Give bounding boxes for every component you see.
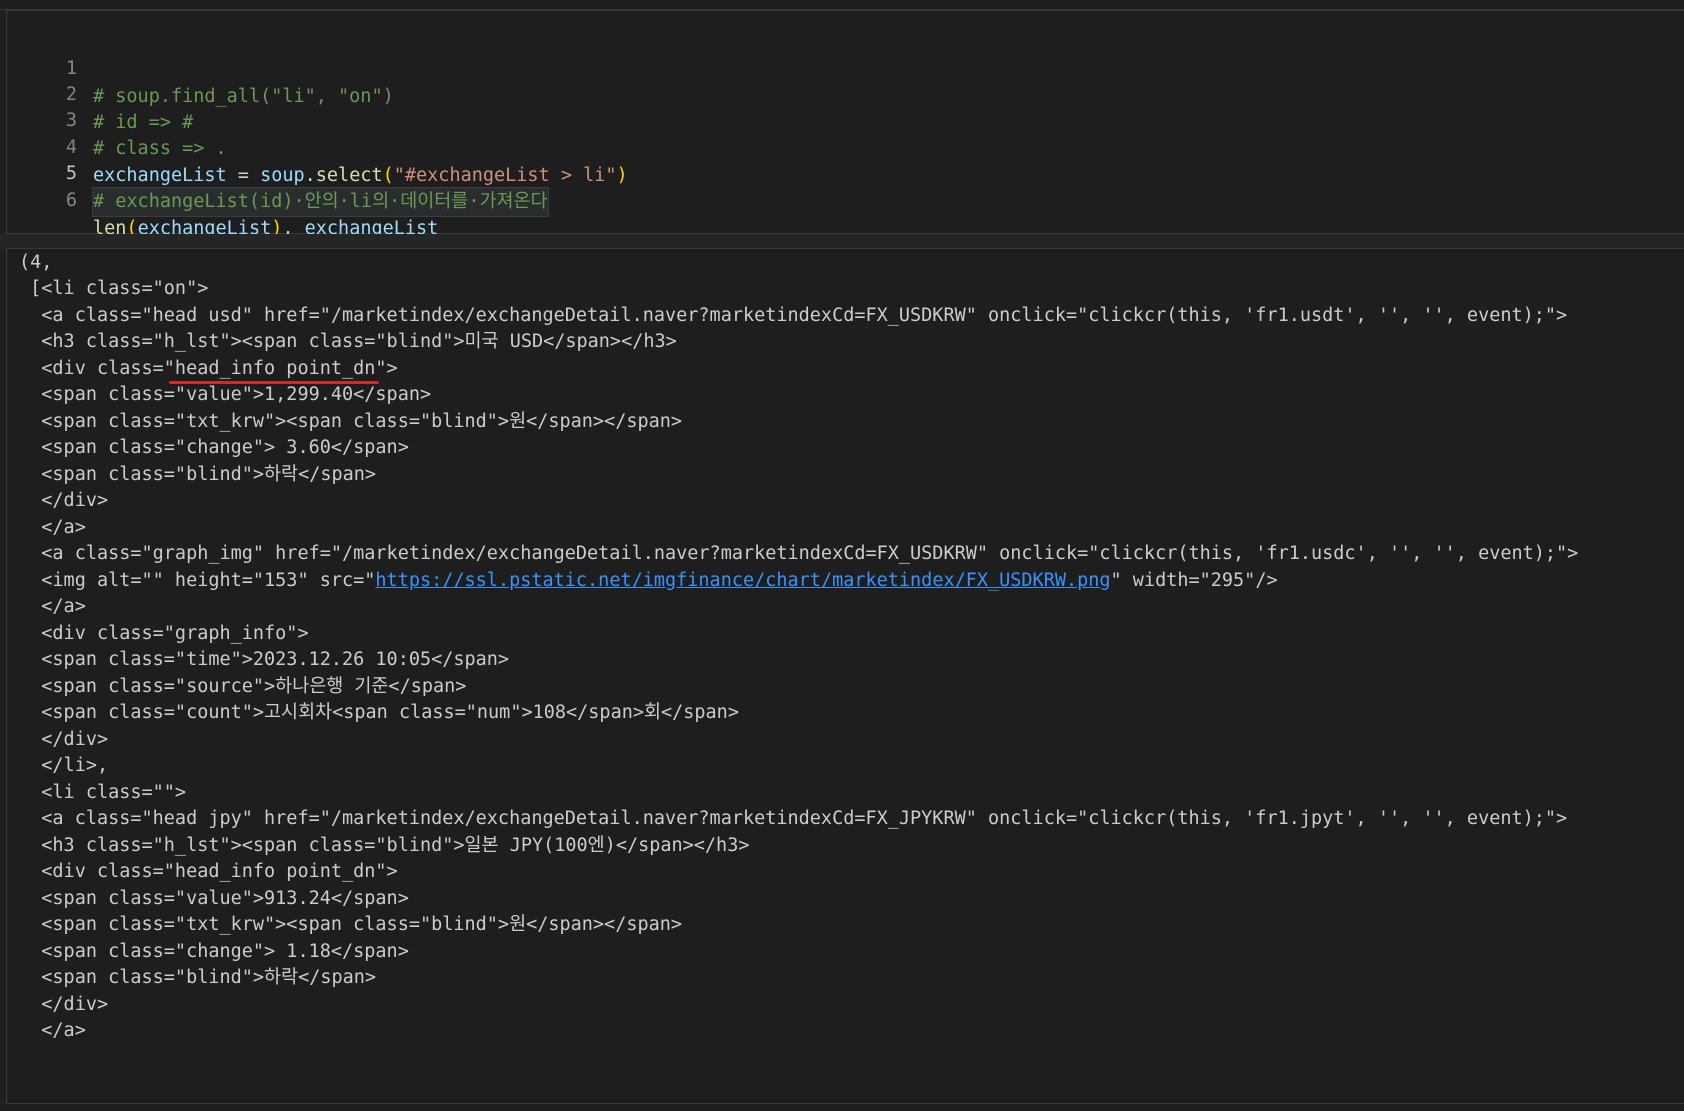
code-paren: ( (382, 165, 394, 186)
output-line: <span class="value">913.24</span> (19, 888, 409, 909)
output-line: <span class="value">1,299.40</span> (19, 384, 432, 405)
code-comment: # id => # (93, 112, 194, 133)
code-line-active[interactable]: 5 # exchangeList(id)·안의·li의·데이터를·가져온다 (7, 132, 549, 217)
output-line: <div class="head_info point_dn"> (19, 861, 398, 882)
output-line: <span class="change"> 1.18</span> (19, 941, 409, 962)
code-line[interactable]: 1 # soup.find_all("li", "on") (7, 27, 394, 107)
output-line: <span class="blind">하락</span> (19, 464, 377, 485)
code-comment: # class => . (93, 138, 227, 159)
image-url-link[interactable]: https://ssl.pstatic.net/imgfinance/chart… (375, 570, 1110, 591)
output-line: </a> (19, 596, 86, 617)
output-line: <li class=""> (19, 782, 187, 803)
output-line: <a class="head usd" href="/marketindex/e… (19, 305, 1568, 326)
top-border (0, 0, 1684, 10)
code-line[interactable]: 2 # id => # (7, 53, 193, 133)
output-line: <a class="head jpy" href="/marketindex/e… (19, 808, 1568, 829)
output-line: <div class="graph_info"> (19, 623, 309, 644)
output-line: </li>, (19, 755, 109, 776)
output-line: <div class="head_info point_dn"> (19, 358, 398, 379)
code-operator: = (226, 165, 261, 186)
code-line[interactable]: 6 len(exchangeList), exchangeList (7, 159, 438, 239)
output-line: <span class="source">하나은행 기준</span> (19, 676, 467, 697)
output-line: <h3 class="h_lst"><span class="blind">미국… (19, 331, 677, 352)
output-line: <span class="time">2023.12.26 10:05</spa… (19, 649, 510, 670)
output-line: <span class="txt_krw"><span class="blind… (19, 411, 683, 432)
code-paren: ) (616, 165, 628, 186)
output-line: </a> (19, 517, 86, 538)
output-line: <span class="count">고시회차<span class="num… (19, 702, 739, 723)
output-line: [<li class="on"> (19, 278, 209, 299)
code-line[interactable]: 4 exchangeList = soup.select("#exchangeL… (7, 106, 628, 186)
code-input-cell[interactable]: 1 # soup.find_all("li", "on") 2 # id => … (6, 10, 1684, 239)
code-dot: . (304, 165, 316, 186)
code-statement: exchangeList = soup.select("#exchangeLis… (93, 162, 628, 190)
code-comment: # soup.find_all("li", "on") (93, 86, 394, 107)
img-tag-prefix: <img alt="" height="153" src=" (19, 570, 376, 591)
output-line: </a> (19, 1020, 86, 1041)
code-object: soup (260, 165, 305, 186)
output-line: </div> (19, 490, 109, 511)
output-line: <h3 class="h_lst"><span class="blind">일본… (19, 835, 750, 856)
line-number: 6 (65, 190, 77, 211)
output-line: <span class="txt_krw"><span class="blind… (19, 914, 683, 935)
cell-divider (0, 234, 1684, 248)
output-line-img: <img alt="" height="153" src="https://ss… (19, 567, 1278, 595)
output-cell[interactable]: (4, [<li class="on"> <a class="head usd"… (6, 248, 1684, 1104)
code-function: select (315, 165, 383, 186)
output-line: </div> (19, 729, 109, 750)
code-variable: exchangeList (93, 165, 227, 186)
output-line: <span class="change"> 3.60</span> (19, 437, 409, 458)
output-line: (4, (19, 252, 53, 273)
bottom-border (0, 1104, 1684, 1111)
code-line[interactable]: 3 # class => . (7, 79, 227, 159)
code-comment-selected: # exchangeList(id)·안의·li의·데이터를·가져온다 (92, 187, 549, 217)
output-line: <span class="blind">하락</span> (19, 967, 377, 988)
output-line: </div> (19, 994, 109, 1015)
output-line: <a class="graph_img" href="/marketindex/… (19, 543, 1579, 564)
img-tag-suffix: " width="295"/> (1110, 570, 1278, 591)
code-string: "#exchangeList > li" (393, 165, 617, 186)
